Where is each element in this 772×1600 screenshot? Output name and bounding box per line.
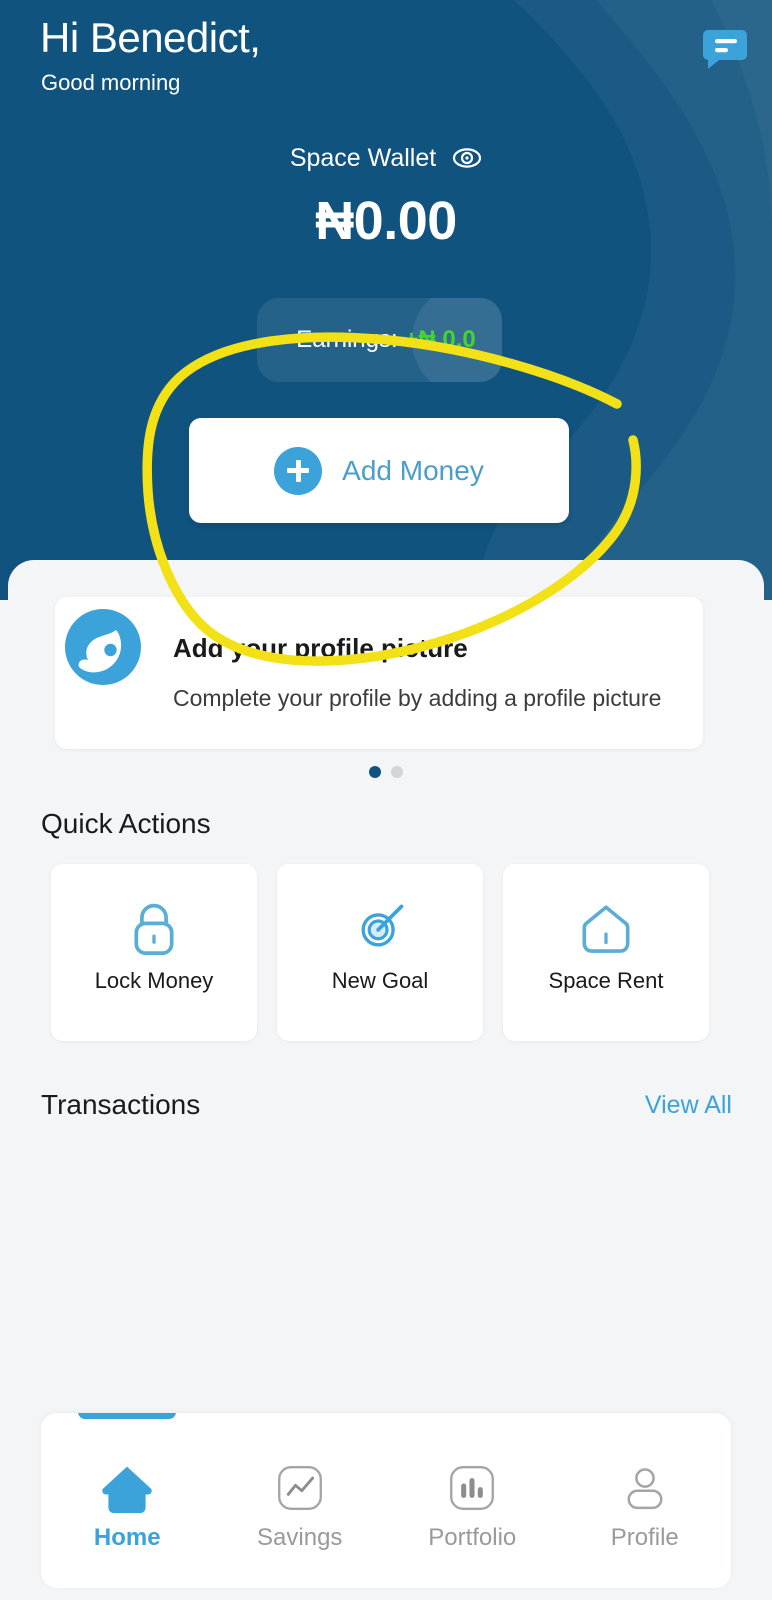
nav-label: Home [93,1523,161,1551]
header-panel: Hi Benedict, Good morning Space Wallet ₦… [0,0,772,600]
target-icon [351,897,409,959]
quick-actions-row: Lock Money New Goal Space Rent [51,864,721,1041]
bar-chart-icon [444,1456,500,1520]
profile-avatar-icon [58,602,148,692]
nav-label: Portfolio [428,1523,517,1551]
nav-label: Profile [610,1523,679,1551]
quick-action-new-goal[interactable]: New Goal [277,864,483,1041]
eye-visibility-icon[interactable] [452,143,482,173]
profile-picture-promo-card[interactable]: Add your profile picture Complete your p… [55,597,703,749]
line-chart-icon [272,1456,328,1520]
earnings-row: Earnings: +₦ 0.0 [0,326,772,354]
quick-action-label: Lock Money [94,968,214,993]
view-all-transactions-link[interactable]: View All [645,1091,732,1120]
nav-item-home[interactable]: Home [41,1413,214,1588]
house-icon [578,897,634,959]
promo-title: Add your profile picture [173,633,468,663]
earnings-amount: +₦ 0.0 [404,326,476,353]
active-tab-indicator [78,1413,177,1419]
nav-label: Savings [257,1523,343,1551]
wallet-balance: ₦0.00 [315,191,457,251]
add-money-label: Add Money [342,454,484,486]
add-money-button[interactable]: Add Money [189,418,569,523]
wallet-header-row: Space Wallet [0,143,772,173]
transactions-title: Transactions [41,1089,201,1120]
home-icon [98,1456,156,1520]
plus-icon [274,446,323,495]
greeting-subtitle: Good morning [41,70,181,95]
quick-actions-title: Quick Actions [41,808,211,839]
person-icon [617,1456,673,1520]
nav-item-profile[interactable]: Profile [559,1413,732,1588]
lock-icon [127,897,181,959]
carousel-dot-2[interactable] [391,766,403,778]
nav-item-portfolio[interactable]: Portfolio [386,1413,559,1588]
nav-item-savings[interactable]: Savings [214,1413,387,1588]
chat-bubble-icon[interactable] [702,24,748,70]
quick-action-lock-money[interactable]: Lock Money [51,864,257,1041]
quick-action-label: New Goal [331,968,429,993]
carousel-dot-1[interactable] [369,766,381,778]
bottom-navigation-bar: Home Savings Portfolio Profile [41,1413,731,1588]
wallet-label: Space Wallet [289,143,437,172]
greeting-name: Hi Benedict, [40,14,261,61]
quick-action-space-rent[interactable]: Space Rent [503,864,709,1041]
app-root: Hi Benedict, Good morning Space Wallet ₦… [0,0,772,1600]
promo-subtitle: Complete your profile by adding a profil… [173,685,662,711]
earnings-label: Earnings: [296,326,405,353]
carousel-dots [0,766,772,778]
quick-action-label: Space Rent [548,968,664,993]
